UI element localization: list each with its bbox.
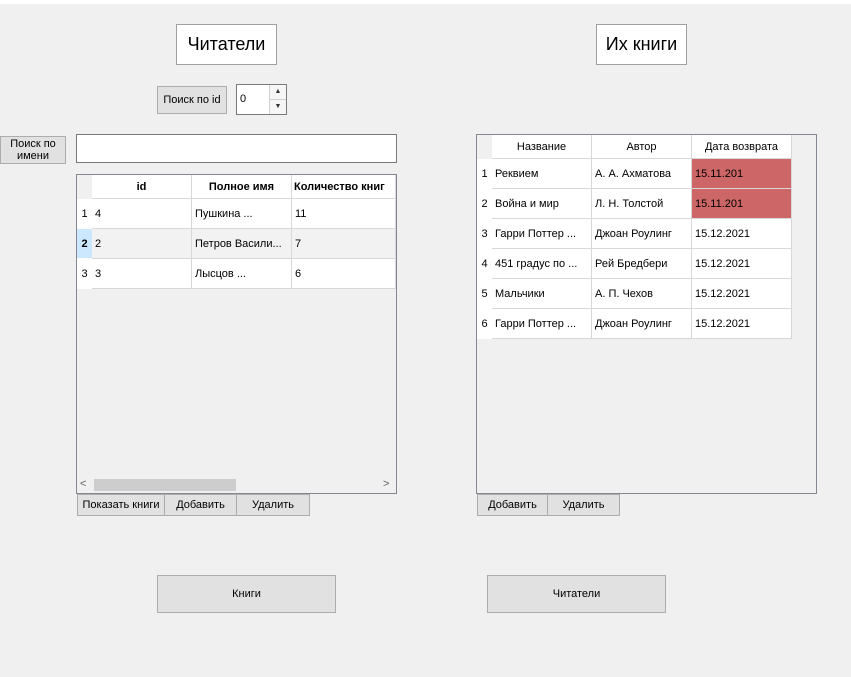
table-cell-count[interactable]: 7 <box>292 229 396 259</box>
row-header[interactable]: 4 <box>477 249 492 279</box>
add-reader-button[interactable]: Добавить <box>164 494 237 516</box>
horizontal-scrollbar[interactable]: < > <box>77 477 396 493</box>
table-cell-id[interactable]: 3 <box>92 259 192 289</box>
column-header-book-count[interactable]: Количество книг <box>292 175 396 199</box>
table-cell-return-date[interactable]: 15.12.2021 <box>692 279 792 309</box>
books-title: Их книги <box>596 24 687 65</box>
table-cell-count[interactable]: 6 <box>292 259 396 289</box>
name-search-input[interactable] <box>76 134 397 163</box>
delete-reader-button[interactable]: Удалить <box>236 494 310 516</box>
row-header[interactable]: 2 <box>477 189 492 219</box>
books-table[interactable]: Название Автор Дата возврата 1 Реквием А. … <box>476 134 817 494</box>
id-spinbox[interactable]: 0 ▲ ▼ <box>236 84 287 115</box>
column-header-return-date[interactable]: Дата возврата <box>692 135 792 159</box>
table-cell-return-date[interactable]: 15.12.2021 <box>692 249 792 279</box>
column-header-id[interactable]: id <box>92 175 192 199</box>
show-books-button[interactable]: Показать книги <box>77 494 165 516</box>
search-by-id-button[interactable]: Поиск по id <box>157 86 227 114</box>
table-cell-return-date[interactable]: 15.12.2021 <box>692 309 792 339</box>
table-cell-return-date[interactable]: 15.11.201 <box>692 189 792 219</box>
readers-title: Читатели <box>176 24 277 65</box>
table-cell-title[interactable]: Гарри Поттер ... <box>492 309 592 339</box>
table-cell-name[interactable]: Лысцов ... <box>192 259 292 289</box>
table-cell-id[interactable]: 4 <box>92 199 192 229</box>
delete-book-button[interactable]: Удалить <box>547 494 620 516</box>
spin-down-icon[interactable]: ▼ <box>270 99 286 114</box>
table-cell-author[interactable]: Л. Н. Толстой <box>592 189 692 219</box>
scroll-right-icon[interactable]: > <box>383 478 393 492</box>
table-cell-title[interactable]: Война и мир <box>492 189 592 219</box>
scroll-left-icon[interactable]: < <box>80 478 90 492</box>
row-header[interactable]: 1 <box>77 199 92 229</box>
table-cell-author[interactable]: Джоан Роулинг <box>592 309 692 339</box>
column-header-title[interactable]: Название <box>492 135 592 159</box>
add-book-button[interactable]: Добавить <box>477 494 548 516</box>
spinbox-buttons: ▲ ▼ <box>269 85 286 114</box>
row-header[interactable]: 5 <box>477 279 492 309</box>
table-cell-id[interactable]: 2 <box>92 229 192 259</box>
id-spinbox-value: 0 <box>240 93 247 105</box>
table-cell-name[interactable]: Пушкина ... <box>192 199 292 229</box>
table-cell-author[interactable]: А. П. Чехов <box>592 279 692 309</box>
readers-nav-button[interactable]: Читатели <box>487 575 666 613</box>
table-cell-title[interactable]: Гарри Поттер ... <box>492 219 592 249</box>
table-cell-title[interactable]: 451 градус по ... <box>492 249 592 279</box>
table-cell-title[interactable]: Мальчики <box>492 279 592 309</box>
table-cell-name[interactable]: Петров Васили... <box>192 229 292 259</box>
table-cell-author[interactable]: Джоан Роулинг <box>592 219 692 249</box>
row-header[interactable]: 1 <box>477 159 492 189</box>
readers-table[interactable]: id Полное имя Количество книг 1 4 Пушкин… <box>76 174 397 494</box>
table-cell-title[interactable]: Реквием <box>492 159 592 189</box>
table-cell-count[interactable]: 11 <box>292 199 396 229</box>
column-header-fullname[interactable]: Полное имя <box>192 175 292 199</box>
row-header[interactable]: 3 <box>477 219 492 249</box>
row-header-selected[interactable]: 2 <box>77 229 92 259</box>
row-header[interactable]: 3 <box>77 259 92 289</box>
books-nav-button[interactable]: Книги <box>157 575 336 613</box>
table-cell-return-date[interactable]: 15.11.201 <box>692 159 792 189</box>
scrollbar-thumb[interactable] <box>94 479 236 491</box>
main-window: Читатели Поиск по id 0 ▲ ▼ Поиск по имен… <box>0 4 851 677</box>
table-cell-author[interactable]: Рей Бредбери <box>592 249 692 279</box>
row-header[interactable]: 6 <box>477 309 492 339</box>
table-cell-author[interactable]: А. А. Ахматова <box>592 159 692 189</box>
column-header-author[interactable]: Автор <box>592 135 692 159</box>
spin-up-icon[interactable]: ▲ <box>270 85 286 100</box>
table-cell-return-date[interactable]: 15.12.2021 <box>692 219 792 249</box>
search-by-name-button[interactable]: Поиск по имени <box>0 136 66 164</box>
